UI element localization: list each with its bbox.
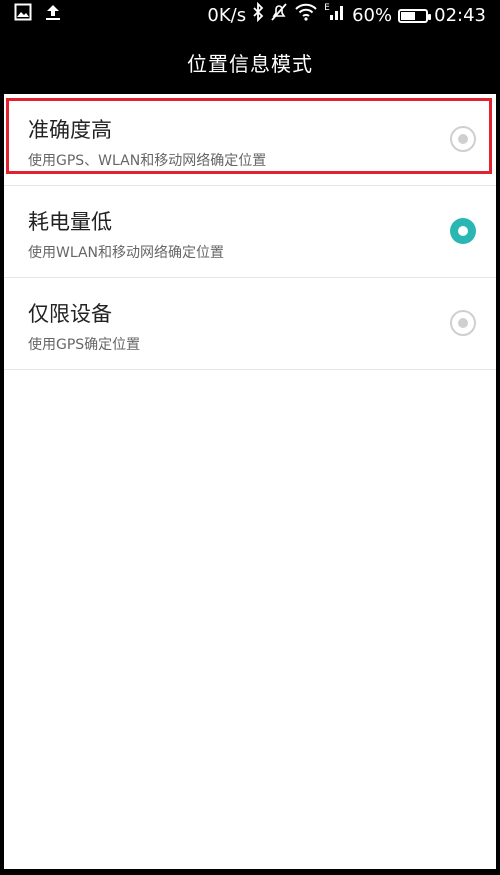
status-left — [14, 3, 62, 28]
option-title: 准确度高 — [28, 118, 112, 142]
wifi-icon — [294, 2, 318, 29]
mute-icon — [270, 2, 288, 29]
option-title: 仅限设备 — [28, 302, 112, 326]
radio-button-selected[interactable] — [450, 218, 476, 244]
radio-button[interactable] — [450, 126, 476, 152]
battery-fill — [401, 11, 416, 20]
status-bar: 0K/s E 60% 02:43 — [0, 0, 500, 30]
battery-icon — [398, 8, 432, 23]
network-speed: 0K/s — [207, 4, 247, 26]
option-subtitle: 使用GPS确定位置 — [28, 337, 141, 353]
radio-button[interactable] — [450, 310, 476, 336]
page-title: 位置信息模式 — [187, 51, 313, 76]
status-right: 0K/s E 60% 02:43 — [207, 1, 486, 29]
option-title: 耗电量低 — [28, 210, 112, 234]
option-subtitle: 使用GPS、WLAN和移动网络确定位置 — [28, 153, 267, 169]
option-battery-saving[interactable]: 耗电量低 使用WLAN和移动网络确定位置 — [4, 186, 496, 278]
title-bar: 位置信息模式 — [0, 30, 500, 94]
signal-type: E — [324, 3, 330, 13]
option-subtitle: 使用WLAN和移动网络确定位置 — [28, 245, 225, 261]
upload-icon — [44, 3, 62, 28]
screen: 0K/s E 60% 02:43 位置信息模式 准确度高 使用GPS、WLAN和… — [0, 0, 500, 875]
signal-icon: E — [324, 2, 346, 29]
option-high-accuracy[interactable]: 准确度高 使用GPS、WLAN和移动网络确定位置 — [4, 94, 496, 186]
option-device-only[interactable]: 仅限设备 使用GPS确定位置 — [4, 278, 496, 370]
image-icon — [14, 3, 32, 28]
battery-percent: 60% — [352, 4, 393, 26]
clock: 02:43 — [434, 4, 486, 26]
bluetooth-icon — [252, 1, 264, 29]
options-list: 准确度高 使用GPS、WLAN和移动网络确定位置 耗电量低 使用WLAN和移动网… — [4, 94, 496, 869]
